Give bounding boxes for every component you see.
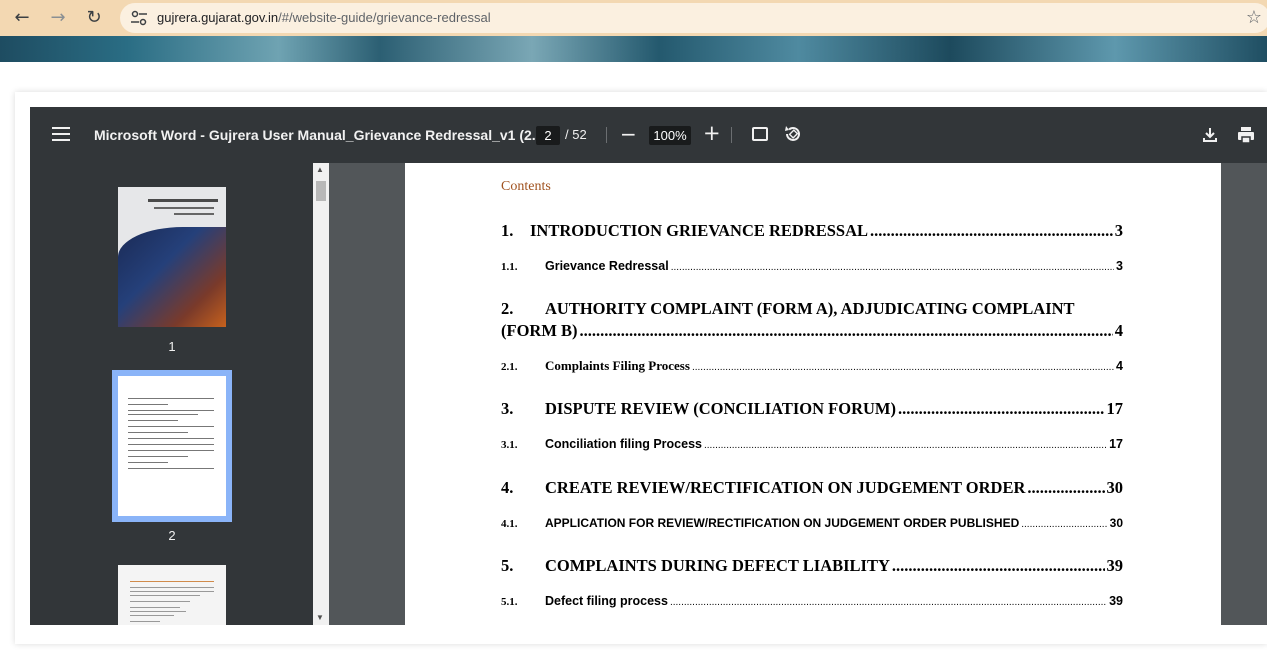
toc-number: 2.1.: [501, 361, 518, 373]
site-banner-image: [0, 36, 1267, 62]
page-thumbnail-2-selected[interactable]: [112, 370, 232, 522]
toc-number: 1.1.: [501, 261, 518, 273]
toc-number: 2.: [501, 299, 514, 318]
toc-text: DISPUTE REVIEW (CONCILIATION FORUM): [545, 399, 896, 418]
toc-leader: [670, 597, 1107, 608]
url-host: gujrera.gujarat.gov.in: [157, 10, 279, 25]
thumbnail-text: [174, 213, 214, 215]
toc-entry[interactable]: 2.1. Complaints Filing Process 4: [501, 358, 1123, 374]
thumbnail-text: [154, 207, 214, 209]
thumbnail-label: 2: [168, 528, 176, 543]
toc-leader: [580, 321, 1113, 341]
thumbnail-text: [148, 199, 218, 202]
reload-icon[interactable]: ↻: [82, 6, 106, 30]
pdf-toolbar: Microsoft Word - Gujrera User Manual_Gri…: [30, 107, 1267, 163]
scroll-up-icon[interactable]: ▲: [316, 165, 324, 174]
rotate-icon[interactable]: [783, 124, 803, 144]
toc-entry[interactable]: 5.1. Defect filing process 39: [501, 594, 1123, 608]
toc-entry[interactable]: 2. AUTHORITY COMPLAINT (FORM A), ADJUDICA…: [501, 299, 1123, 341]
document-title: Microsoft Word - Gujrera User Manual_Gri…: [94, 127, 544, 143]
toc-leader: [892, 556, 1105, 576]
toc-entry[interactable]: 4. CREATE REVIEW/RECTIFICATION ON JUDGEM…: [501, 478, 1123, 498]
toc-page: 17: [1106, 399, 1124, 418]
toc-text: APPLICATION FOR REVIEW/RECTIFICATION ON …: [545, 516, 1020, 530]
page-thumbnail-3[interactable]: [118, 565, 226, 625]
toc-text: CREATE REVIEW/RECTIFICATION ON JUDGEMENT…: [545, 478, 1026, 497]
toc-entry[interactable]: 4.1. APPLICATION FOR REVIEW/RECTIFICATIO…: [501, 516, 1123, 530]
toc-leader: [1027, 478, 1104, 498]
forward-arrow-icon[interactable]: →: [46, 6, 70, 30]
address-bar[interactable]: gujrera.gujarat.gov.in/#/website-guide/g…: [120, 3, 1267, 33]
bookmark-star-icon[interactable]: ☆: [1246, 7, 1262, 28]
fit-to-page-icon[interactable]: [752, 127, 768, 141]
scrollbar-thumb[interactable]: [316, 181, 326, 201]
zoom-out-icon[interactable]: −: [620, 122, 637, 146]
contents-heading: Contents: [501, 179, 551, 194]
toc-text: AUTHORITY COMPLAINT (FORM A), ADJUDICATI…: [545, 299, 1075, 318]
cover-artwork: [118, 227, 226, 327]
toc-number: 5.1.: [501, 596, 518, 608]
toc-text: Complaints Filing Process: [545, 358, 690, 373]
thumbnail-sidebar: 1 2: [30, 163, 313, 625]
toc-leader: [870, 221, 1113, 241]
thumbnail-label: 1: [168, 339, 176, 354]
download-icon[interactable]: [1200, 125, 1220, 145]
page-thumbnail-1[interactable]: [118, 187, 226, 327]
toc-entry[interactable]: 1. INTRODUCTION GRIEVANCE REDRESSAL 3: [501, 221, 1123, 241]
url-text[interactable]: gujrera.gujarat.gov.in/#/website-guide/g…: [157, 10, 491, 25]
pdf-viewer: Microsoft Word - Gujrera User Manual_Gri…: [30, 107, 1267, 625]
page-thumbnail-2: [118, 376, 226, 516]
toc-entry[interactable]: 1.1. Grievance Redressal 3: [501, 259, 1123, 273]
toc-entry[interactable]: 5. COMPLAINTS DURING DEFECT LIABILITY 39: [501, 556, 1123, 576]
toc-entry[interactable]: 3. DISPUTE REVIEW (CONCILIATION FORUM) 1…: [501, 399, 1123, 419]
toc-text: INTRODUCTION GRIEVANCE REDRESSAL: [530, 221, 869, 240]
toc-number: 3.: [501, 399, 514, 418]
page-number-input[interactable]: 2: [536, 126, 560, 145]
scroll-down-icon[interactable]: ▼: [316, 613, 324, 622]
toc-page: 4: [1116, 359, 1123, 373]
zoom-in-icon[interactable]: +: [703, 121, 721, 145]
toc-number: 1.: [501, 221, 514, 240]
toc-leader: [692, 362, 1114, 373]
toolbar-divider: [606, 127, 607, 143]
sidebar-scrollbar[interactable]: ▲ ▼: [313, 163, 329, 625]
toc-text: Defect filing process: [545, 594, 668, 608]
toc-text: Grievance Redressal: [545, 259, 669, 273]
menu-icon[interactable]: [52, 127, 70, 141]
back-arrow-icon[interactable]: ←: [10, 6, 34, 30]
toc-text: Conciliation filing Process: [545, 437, 702, 451]
page-total: / 52: [565, 127, 587, 142]
toolbar-divider: [731, 127, 732, 143]
toc-page: 30: [1106, 478, 1124, 497]
toc-leader: [671, 262, 1114, 273]
toc-text: COMPLAINTS DURING DEFECT LIABILITY: [545, 556, 890, 575]
toc-page: 39: [1106, 556, 1124, 575]
toc-page: 30: [1109, 516, 1123, 530]
toc-number: 3.1.: [501, 439, 518, 451]
toc-leader: [898, 399, 1105, 419]
browser-toolbar: ← → ↻ gujrera.gujarat.gov.in/#/website-g…: [0, 0, 1267, 36]
url-path: /#/website-guide/grievance-redressal: [278, 10, 491, 25]
toc-number: 4.: [501, 478, 514, 497]
toc-leader: [1021, 519, 1107, 530]
toc-page: 4: [1114, 321, 1123, 340]
toc-number: 4.1.: [501, 518, 518, 530]
toc-page: 3: [1114, 221, 1123, 240]
toc-number: 5.: [501, 556, 514, 575]
site-settings-icon[interactable]: [130, 10, 148, 26]
toc-entry[interactable]: 3.1. Conciliation filing Process 17: [501, 437, 1123, 451]
toc-text-continued: (FORM B): [501, 321, 578, 340]
toc-page: 17: [1109, 437, 1123, 451]
zoom-level-input[interactable]: 100%: [649, 126, 691, 145]
toc-page: 39: [1109, 594, 1123, 608]
toc-leader: [704, 440, 1107, 451]
toc-page: 3: [1116, 259, 1123, 273]
print-icon[interactable]: [1236, 125, 1256, 145]
pdf-page: Contents 1. INTRODUCTION GRIEVANCE REDRE…: [405, 163, 1221, 625]
